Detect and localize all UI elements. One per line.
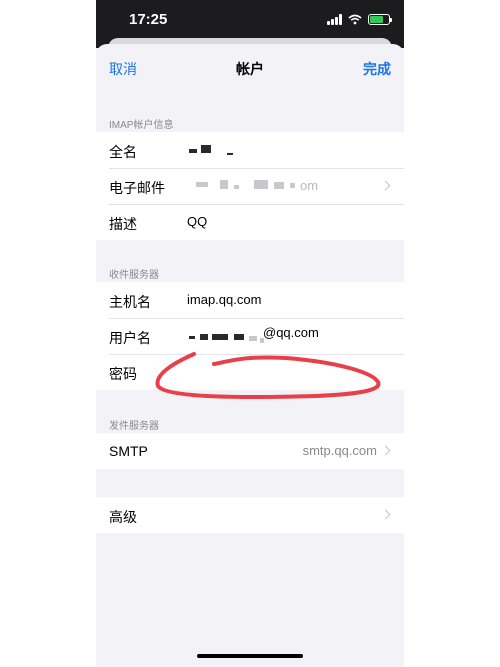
battery-charging-icon [368,13,392,25]
account-sheet: 取消 帐户 完成 IMAP帐户信息 全名 电子邮件 om 描述 QQ 收件服务器… [96,44,404,667]
redacted-email [196,182,208,187]
username-label: 用户名 [109,330,151,346]
redacted-email [274,182,284,189]
chevron-right-icon [380,180,391,191]
incoming-server-header: 收件服务器 [109,270,159,281]
password-label: 密码 [109,366,137,382]
page-title: 帐户 [236,61,264,77]
description-value: QQ [187,214,208,229]
navigation-bar: 取消 帐户 完成 [96,44,404,90]
wifi-icon [348,14,362,24]
imap-account-group: 全名 电子邮件 om 描述 QQ [96,132,404,240]
imap-section-header: IMAP帐户信息 [109,120,174,131]
done-button[interactable]: 完成 [363,59,391,79]
chevron-right-icon [380,509,391,520]
redacted-username [189,336,195,339]
status-time: 17:25 [129,11,168,28]
description-label: 描述 [109,216,137,232]
redacted-email [220,180,228,189]
hostname-value: imap.qq.com [187,292,262,307]
password-row[interactable]: 密码 [96,354,404,390]
redacted-email [234,185,239,189]
home-indicator[interactable] [197,654,303,658]
advanced-row[interactable]: 高级 [96,497,404,533]
email-label: 电子邮件 [109,180,165,196]
phone-screen: 17:25 取消 帐户 完成 IMAP帐户信息 全名 电子邮件 om 描述 QQ… [96,0,404,667]
full-name-row[interactable]: 全名 [96,132,404,168]
status-icons [327,11,392,27]
full-name-label: 全名 [109,144,137,160]
redacted-username [249,336,257,341]
smtp-value: smtp.qq.com [302,443,377,458]
chevron-right-icon [380,445,391,456]
incoming-server-group: 主机名 imap.qq.com 用户名 @qq.com 密码 [96,282,404,390]
description-row[interactable]: 描述 QQ [96,204,404,240]
smtp-row[interactable]: SMTP smtp.qq.com [96,433,404,469]
redacted-username [234,334,244,340]
advanced-label: 高级 [109,509,137,525]
email-row[interactable]: 电子邮件 om [96,168,404,204]
email-value: om [300,178,319,193]
hostname-row[interactable]: 主机名 imap.qq.com [96,282,404,318]
smtp-label: SMTP [109,443,148,459]
redacted-name [201,145,211,153]
redacted-email [290,183,295,188]
username-value: @qq.com [263,325,319,340]
redacted-name [189,149,197,153]
redacted-email [254,180,268,189]
outgoing-server-group: SMTP smtp.qq.com [96,433,404,469]
advanced-group: 高级 [96,497,404,533]
signal-icon [327,13,342,25]
redacted-username [212,334,228,340]
redacted-name [227,153,233,155]
username-row[interactable]: 用户名 @qq.com [96,318,404,354]
outgoing-server-header: 发件服务器 [109,421,159,432]
redacted-username [200,334,208,340]
hostname-label: 主机名 [109,294,151,310]
